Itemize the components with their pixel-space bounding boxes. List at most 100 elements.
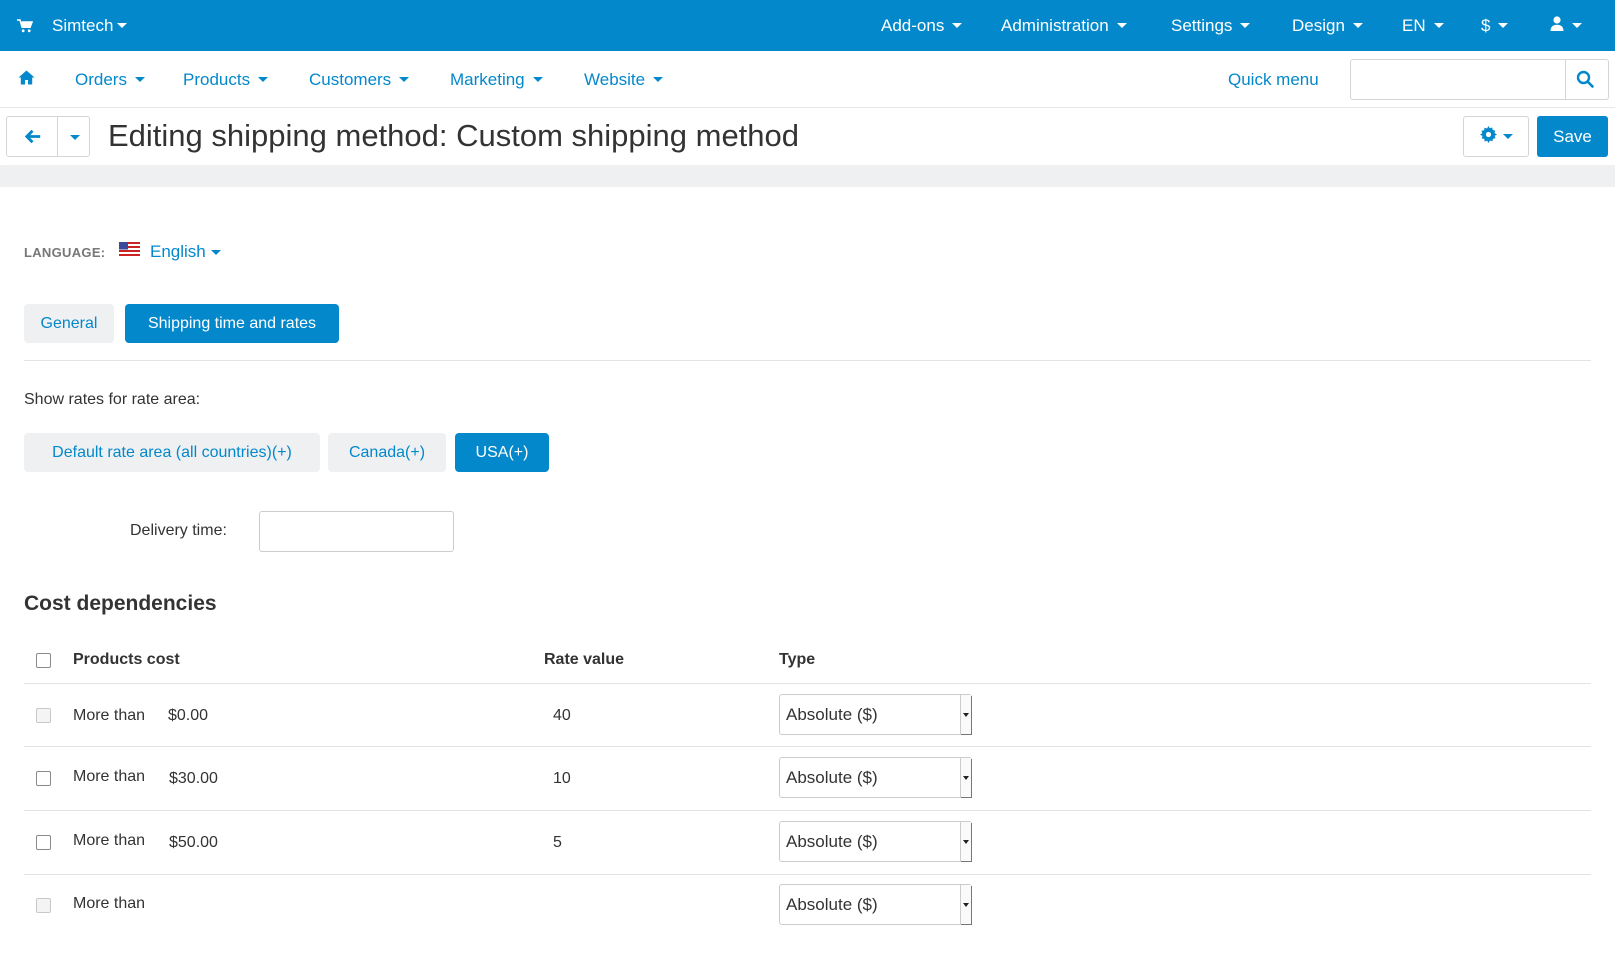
nav-products[interactable]: Products bbox=[183, 51, 269, 108]
chevron-down-icon bbox=[1498, 23, 1509, 28]
user-icon bbox=[1550, 15, 1564, 36]
store-name: Simtech bbox=[52, 15, 114, 35]
currency-symbol: $ bbox=[1481, 15, 1491, 35]
nav-orders-label: Orders bbox=[75, 69, 127, 89]
menu-settings[interactable]: Settings bbox=[1171, 0, 1251, 51]
menu-administration[interactable]: Administration bbox=[1001, 0, 1127, 51]
select-arrow-icon bbox=[960, 695, 971, 734]
select-arrow-icon bbox=[960, 885, 971, 924]
chevron-down-icon[interactable] bbox=[70, 135, 80, 140]
header-rate-value: Rate value bbox=[544, 651, 625, 668]
home-button[interactable] bbox=[18, 51, 35, 108]
chevron-down-icon bbox=[1352, 23, 1363, 28]
type-select[interactable]: Absolute ($) bbox=[779, 821, 972, 862]
store-switcher[interactable]: Simtech bbox=[17, 0, 128, 51]
rate-value[interactable]: 10 bbox=[553, 770, 571, 788]
cost-prefix: More than bbox=[73, 895, 146, 912]
cost-amount[interactable]: $0.00 bbox=[168, 707, 208, 725]
search-icon[interactable] bbox=[1576, 70, 1594, 93]
chevron-down-icon bbox=[952, 23, 963, 28]
menu-addons-label: Add-ons bbox=[881, 15, 945, 35]
user-menu[interactable] bbox=[1550, 0, 1582, 51]
rate-area-canada[interactable]: Canada(+) bbox=[328, 433, 446, 472]
us-flag-icon bbox=[119, 242, 140, 256]
rate-area-usa[interactable]: USA(+) bbox=[455, 433, 549, 472]
type-select[interactable]: Absolute ($) bbox=[779, 757, 972, 798]
language-switcher[interactable]: EN bbox=[1402, 0, 1444, 51]
row-divider bbox=[24, 810, 1591, 811]
delivery-time-field[interactable] bbox=[259, 511, 454, 552]
header-products-cost: Products cost bbox=[73, 651, 180, 668]
nav-products-label: Products bbox=[183, 69, 251, 89]
header-type: Type bbox=[779, 651, 816, 668]
tab-shipping-time-and-rates[interactable]: Shipping time and rates bbox=[125, 304, 339, 343]
save-button[interactable]: Save bbox=[1537, 116, 1608, 157]
cost-dependencies-title: Cost dependencies bbox=[24, 592, 217, 615]
select-arrow-icon bbox=[960, 758, 971, 797]
type-select-value: Absolute ($) bbox=[786, 768, 878, 787]
cart-icon bbox=[17, 18, 35, 33]
quick-menu-link[interactable]: Quick menu bbox=[1228, 51, 1319, 108]
chevron-down-icon bbox=[653, 77, 664, 82]
settings-dropdown-button[interactable] bbox=[1463, 116, 1529, 157]
chevron-down-icon bbox=[1433, 23, 1444, 28]
rate-area-default[interactable]: Default rate area (all countries)(+) bbox=[24, 433, 320, 472]
chevron-down-icon bbox=[532, 77, 543, 82]
back-button-group bbox=[6, 116, 90, 157]
language-code: EN bbox=[1402, 15, 1426, 35]
select-all-checkbox[interactable] bbox=[36, 653, 51, 668]
chevron-down-icon bbox=[399, 77, 410, 82]
type-select-value: Absolute ($) bbox=[786, 832, 878, 851]
nav-website[interactable]: Website bbox=[584, 51, 664, 108]
chevron-down-icon bbox=[117, 23, 128, 28]
chevron-down-icon bbox=[258, 77, 269, 82]
quick-menu-label: Quick menu bbox=[1228, 69, 1319, 89]
home-icon bbox=[18, 70, 35, 90]
currency-switcher[interactable]: $ bbox=[1481, 0, 1509, 51]
chevron-down-icon bbox=[1572, 23, 1582, 28]
nav-website-label: Website bbox=[584, 69, 646, 89]
type-select[interactable]: Absolute ($) bbox=[779, 884, 972, 925]
row-checkbox[interactable] bbox=[36, 835, 51, 850]
nav-marketing-label: Marketing bbox=[450, 69, 525, 89]
cost-prefix: More than bbox=[73, 768, 146, 785]
gear-icon bbox=[1479, 125, 1497, 148]
tabs-divider bbox=[24, 360, 1591, 361]
back-arrow-icon[interactable] bbox=[24, 129, 41, 149]
rate-value[interactable]: 5 bbox=[553, 834, 562, 852]
row-checkbox[interactable] bbox=[36, 771, 51, 786]
cost-prefix: More than bbox=[73, 832, 146, 849]
cost-amount[interactable]: $30.00 bbox=[169, 770, 218, 788]
type-select[interactable]: Absolute ($) bbox=[779, 694, 972, 735]
menu-design[interactable]: Design bbox=[1292, 0, 1363, 51]
row-checkbox bbox=[36, 898, 51, 913]
main-nav: Orders Products Customers Marketing Webs… bbox=[0, 51, 1615, 108]
chevron-down-icon bbox=[210, 250, 221, 256]
language-label: LANGUAGE: bbox=[24, 245, 106, 260]
rate-value[interactable]: 40 bbox=[553, 707, 571, 725]
nav-customers-label: Customers bbox=[309, 69, 392, 89]
menu-settings-label: Settings bbox=[1171, 15, 1233, 35]
menu-addons[interactable]: Add-ons bbox=[881, 0, 963, 51]
rate-area-label: Show rates for rate area: bbox=[24, 391, 201, 408]
tab-general[interactable]: General bbox=[24, 304, 114, 343]
top-bar: Simtech Add-ons Administration Settings … bbox=[0, 0, 1615, 51]
nav-marketing[interactable]: Marketing bbox=[450, 51, 543, 108]
row-checkbox bbox=[36, 708, 51, 723]
search-input[interactable] bbox=[1350, 59, 1609, 100]
cost-amount[interactable]: $50.00 bbox=[169, 834, 218, 852]
delivery-time-label: Delivery time: bbox=[130, 522, 227, 539]
menu-administration-label: Administration bbox=[1001, 15, 1109, 35]
page-title: Editing shipping method: Custom shipping… bbox=[108, 118, 800, 153]
cost-prefix: More than bbox=[73, 707, 146, 724]
row-divider bbox=[24, 874, 1591, 875]
search-divider bbox=[1565, 60, 1566, 99]
chevron-down-icon bbox=[1116, 23, 1127, 28]
nav-orders[interactable]: Orders bbox=[75, 51, 145, 108]
page-toolbar: Editing shipping method: Custom shipping… bbox=[0, 108, 1615, 165]
nav-customers[interactable]: Customers bbox=[309, 51, 410, 108]
language-selector[interactable]: English bbox=[150, 242, 221, 262]
menu-design-label: Design bbox=[1292, 15, 1345, 35]
chevron-down-icon bbox=[1502, 134, 1513, 139]
select-arrow-icon bbox=[960, 822, 971, 861]
